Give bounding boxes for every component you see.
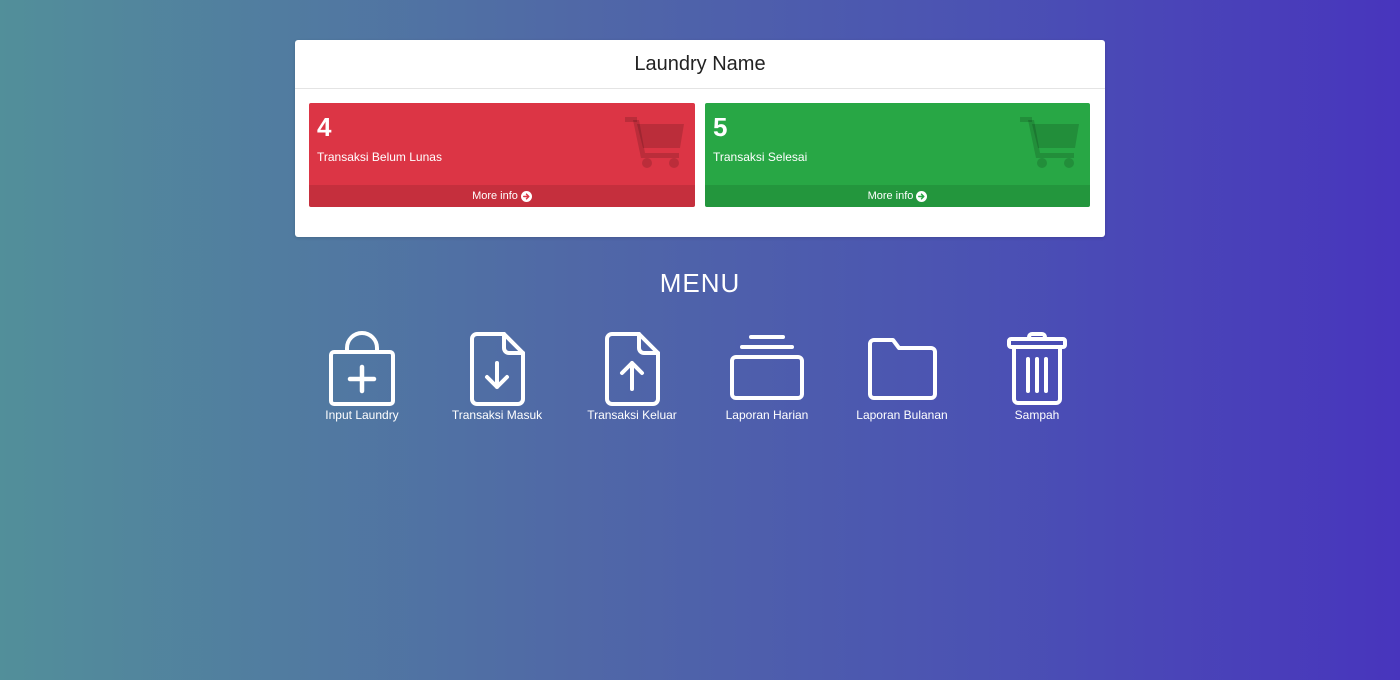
menu-label: Sampah xyxy=(1014,408,1060,422)
menu-item-laporan-bulanan[interactable]: Laporan Bulanan xyxy=(842,330,962,422)
more-info-label: More info xyxy=(867,190,914,202)
trash-icon xyxy=(1007,332,1067,405)
page-title: Laundry Name xyxy=(634,52,766,75)
completed-label: Transaksi Selesai xyxy=(713,150,808,164)
shopping-cart-icon xyxy=(1020,117,1079,168)
menu-item-sampah[interactable]: Sampah xyxy=(977,330,1097,422)
file-upload-icon xyxy=(605,332,660,406)
menu-title: MENU xyxy=(659,268,741,298)
arrow-circle-right-icon xyxy=(916,190,928,202)
shopping-bag-plus-icon xyxy=(329,331,395,406)
summary-card: Laundry Name 4 Transaksi Belum Lunas Mor… xyxy=(295,40,1105,237)
unpaid-label: Transaksi Belum Lunas xyxy=(317,150,442,164)
file-download-icon xyxy=(470,332,525,406)
unpaid-count: 4 xyxy=(317,112,332,142)
menu-item-laporan-harian[interactable]: Laporan Harian xyxy=(707,330,827,422)
shopping-cart-icon xyxy=(625,117,684,168)
more-info-label: More info xyxy=(472,190,518,202)
menu-label: Transaksi Keluar xyxy=(587,408,677,422)
folder-icon xyxy=(868,338,937,400)
menu-label: Transaksi Masuk xyxy=(451,408,543,422)
completed-more-info-link[interactable]: More info xyxy=(705,185,1090,207)
menu-label: Laporan Bulanan xyxy=(856,408,948,422)
completed-count: 5 xyxy=(713,112,728,142)
menu-item-transaksi-masuk[interactable]: Transaksi Masuk xyxy=(437,330,557,422)
menu-item-transaksi-keluar[interactable]: Transaksi Keluar xyxy=(572,330,692,422)
menu-label: Laporan Harian xyxy=(725,408,809,422)
completed-transactions-box: 5 Transaksi Selesai More info xyxy=(705,103,1090,207)
unpaid-transactions-box: 4 Transaksi Belum Lunas More info xyxy=(309,103,695,207)
menu-label: Input Laundry xyxy=(325,408,399,422)
card-header: Laundry Name xyxy=(295,40,1105,89)
arrow-circle-right-icon xyxy=(520,190,532,202)
layers-icon xyxy=(730,335,804,400)
unpaid-more-info-link[interactable]: More info xyxy=(309,185,695,207)
menu-item-input-laundry[interactable]: Input Laundry xyxy=(302,330,422,422)
